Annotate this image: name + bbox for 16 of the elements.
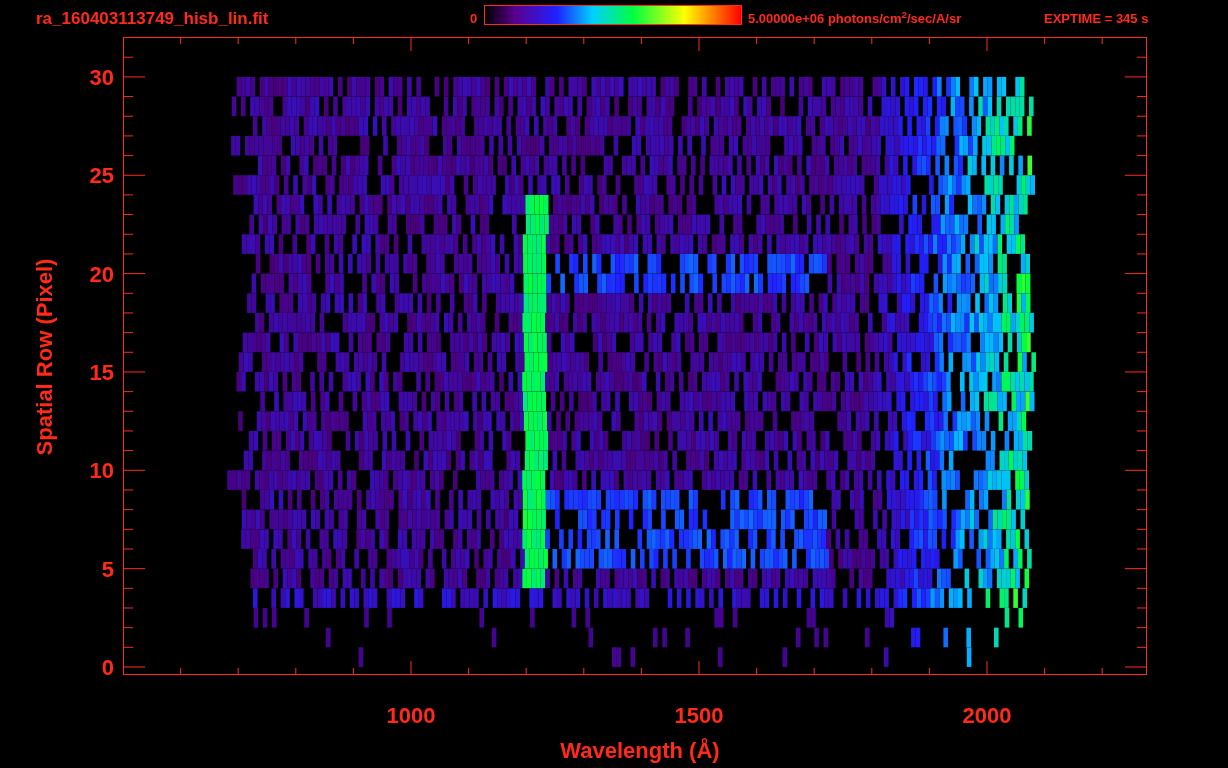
y-tick-label: 15 [89,359,114,385]
y-tick-label: 10 [89,458,114,484]
y-tick-label: 30 [89,64,114,90]
y-tick-label: 5 [101,556,114,582]
colorbar-min-label: 0 [470,9,479,28]
x-tick-label: 1500 [674,703,724,728]
x-tick-label: 1000 [386,703,436,728]
x-axis-label: Wavelength (Å) [560,738,720,763]
file-title: ra_160403113749_hisb_lin.fit [36,7,270,30]
x-tick-label: 2000 [962,703,1012,728]
exposure-time: EXPTIME = 345 s [1044,9,1149,28]
y-tick-label: 20 [89,261,114,287]
colorbar-max-label: 5.00000e+06 photons/cm$^{2}$/sec/A/sr [748,8,963,28]
y-axis-label: Spatial Row (Pixel) [32,258,57,456]
y-tick-label: 25 [89,163,114,189]
y-tick-label: 0 [101,655,114,680]
